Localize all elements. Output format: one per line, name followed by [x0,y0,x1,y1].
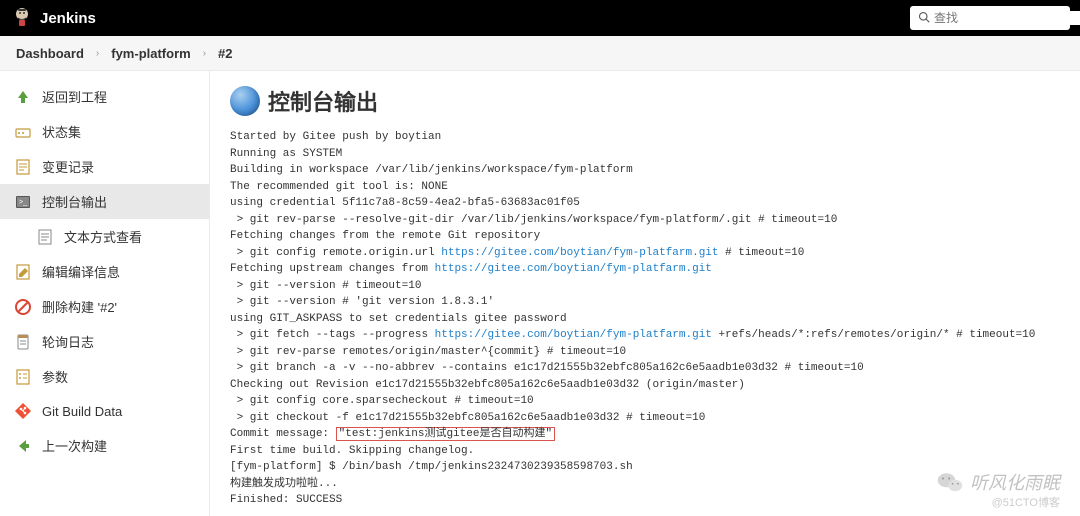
git-icon [14,402,32,420]
poll-icon [14,333,32,351]
sidebar-item-delete[interactable]: 删除构建 '#2' [0,289,209,324]
wechat-icon [936,468,964,496]
console-line: Checking out Revision e1c17d21555b32ebfc… [230,377,1060,394]
console-line: > git rev-parse remotes/origin/master^{c… [230,344,1060,361]
arrow-up-icon [14,88,32,106]
sidebar-item-label: 删除构建 '#2' [42,297,117,316]
console-line: Running as SYSTEM [230,146,1060,163]
sidebar-item-label: 编辑编译信息 [42,262,120,281]
console-link[interactable]: https://gitee.com/boytian/fym-platfarm.g… [435,263,712,275]
console-line: > git config remote.origin.url https://g… [230,245,1060,262]
highlight-box: "test:jenkins测试gitee是否自动构建" [336,427,555,441]
changes-icon [14,158,32,176]
console-line: > git checkout -f e1c17d21555b32ebfc805a… [230,410,1060,427]
console-line: using credential 5f11c7a8-8c59-4ea2-bfa5… [230,195,1060,212]
search-icon [918,11,930,26]
breadcrumb-build[interactable]: #2 [218,46,232,61]
svg-text:>_: >_ [19,199,27,206]
text-icon [36,228,54,246]
console-link[interactable]: https://gitee.com/boytian/fym-platfarm.g… [441,247,718,259]
breadcrumb-project[interactable]: fym-platform [111,46,190,61]
content: 控制台输出 Started by Gitee push by boytianRu… [210,71,1080,516]
sidebar-item-status[interactable]: 状态集 [0,114,209,149]
console-line: > git --version # timeout=10 [230,278,1060,295]
jenkins-icon [10,5,34,32]
console-line: > git --version # 'git version 1.8.3.1' [230,294,1060,311]
sidebar-item-label: 文本方式查看 [64,227,142,246]
sidebar-item-arrow-up[interactable]: 返回到工程 [0,79,209,114]
console-line: Building in workspace /var/lib/jenkins/w… [230,162,1060,179]
watermark-sub: @51CTO博客 [992,494,1060,510]
console-line: Started by Gitee push by boytian [230,129,1060,146]
console-line: The recommended git tool is: NONE [230,179,1060,196]
sidebar-item-edit[interactable]: 编辑编译信息 [0,254,209,289]
console-line: > git rev-parse --resolve-git-dir /var/l… [230,212,1060,229]
sidebar: 返回到工程状态集变更记录 >_ 控制台输出文本方式查看编辑编译信息删除构建 '#2'… [0,71,210,516]
console-icon: >_ [14,193,32,211]
status-ball-icon [230,86,260,116]
breadcrumb-dashboard[interactable]: Dashboard [16,46,84,61]
console-output: Started by Gitee push by boytianRunning … [230,129,1060,509]
params-icon [14,368,32,386]
sidebar-item-label: 参数 [42,367,68,386]
sidebar-item-text[interactable]: 文本方式查看 [0,219,209,254]
breadcrumb: Dashboard › fym-platform › #2 [0,36,1080,71]
status-icon [14,123,32,141]
console-line: Fetching upstream changes from https://g… [230,261,1060,278]
chevron-right-icon: › [96,48,99,59]
sidebar-item-console[interactable]: >_ 控制台输出 [0,184,209,219]
sidebar-item-label: 变更记录 [42,157,94,176]
sidebar-item-params[interactable]: 参数 [0,359,209,394]
sidebar-item-label: 控制台输出 [42,192,107,211]
page-header: 控制台输出 [230,85,1060,117]
console-line: > git config core.sparsecheckout # timeo… [230,393,1060,410]
console-line: using GIT_ASKPASS to set credentials git… [230,311,1060,328]
watermark-name: 听风化雨眠 [970,469,1060,495]
console-line: Fetching changes from the remote Git rep… [230,228,1060,245]
console-line: > git branch -a -v --no-abbrev --contain… [230,360,1060,377]
commit-hash: e1c17d21555b32ebfc805a162c6e5aadb1e03d32 [355,412,619,424]
jenkins-title: Jenkins [40,10,96,27]
watermark: 听风化雨眠 [936,468,1060,496]
sidebar-item-poll[interactable]: 轮询日志 [0,324,209,359]
sidebar-item-label: 返回到工程 [42,87,107,106]
sidebar-item-label: Git Build Data [42,404,122,419]
delete-icon [14,298,32,316]
top-header: Jenkins [0,0,1080,36]
console-line: First time build. Skipping changelog. [230,443,1060,460]
search-input[interactable] [934,11,1080,25]
page-title: 控制台输出 [268,85,378,117]
prev-icon [14,437,32,455]
sidebar-item-label: 状态集 [42,122,81,141]
sidebar-item-changes[interactable]: 变更记录 [0,149,209,184]
chevron-right-icon: › [203,48,206,59]
console-link[interactable]: https://gitee.com/boytian/fym-platfarm.g… [435,329,712,341]
search-box[interactable] [910,6,1070,30]
console-line: > git fetch --tags --progress https://gi… [230,327,1060,344]
sidebar-item-label: 轮询日志 [42,332,94,351]
sidebar-item-git[interactable]: Git Build Data [0,394,209,428]
edit-icon [14,263,32,281]
sidebar-item-label: 上一次构建 [42,436,107,455]
jenkins-logo[interactable]: Jenkins [10,5,96,32]
console-line: Commit message: "test:jenkins测试gitee是否自动… [230,426,1060,443]
sidebar-item-prev[interactable]: 上一次构建 [0,428,209,463]
